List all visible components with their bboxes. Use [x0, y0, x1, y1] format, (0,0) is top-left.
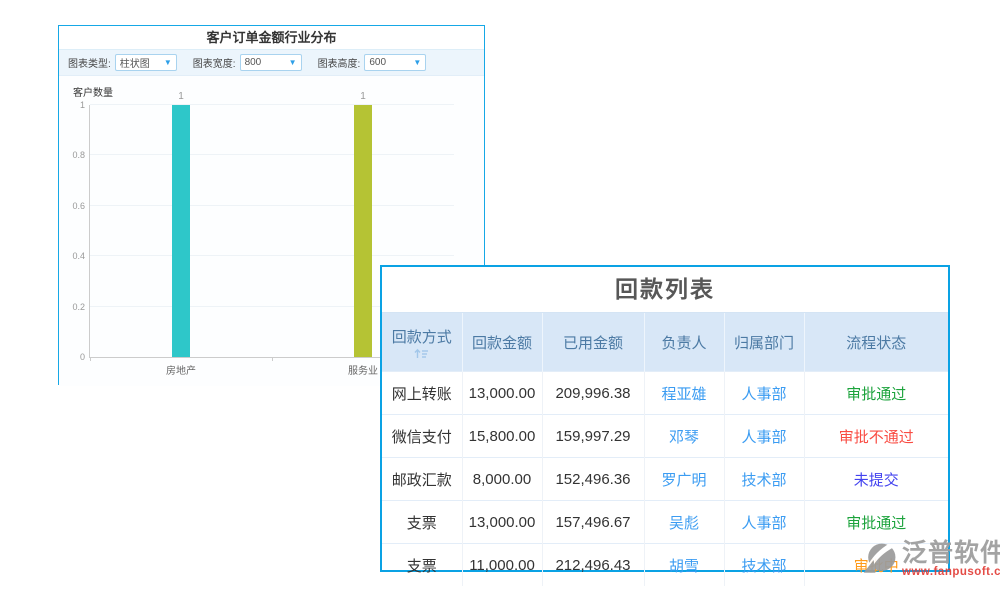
y-axis-tick-label: 0.2: [55, 301, 85, 313]
chart-height-value: 600: [369, 57, 386, 68]
cell-method: 支票: [382, 501, 462, 544]
cell-status[interactable]: 审批通过: [804, 501, 948, 544]
chevron-down-icon: ▼: [164, 59, 172, 67]
chart-width-select[interactable]: 800 ▼: [240, 54, 302, 71]
cell-used: 212,496.43: [542, 544, 644, 587]
x-axis-tick: [90, 357, 91, 361]
payment-list-panel: 回款列表 回款方式 回款金: [380, 265, 950, 572]
table-row: 微信支付15,800.00159,997.29邓琴人事部审批不通过: [382, 415, 948, 458]
cell-amount: 15,800.00: [462, 415, 542, 458]
cell-used: 209,996.38: [542, 372, 644, 415]
chart-height-select[interactable]: 600 ▼: [364, 54, 426, 71]
chart-width-control: 图表宽度: 800 ▼: [193, 54, 302, 71]
col-header-dept[interactable]: 归属部门: [724, 313, 804, 372]
bar-服务业: [354, 105, 372, 357]
cell-dept[interactable]: 人事部: [724, 415, 804, 458]
table-row: 邮政汇款8,000.00152,496.36罗广明技术部未提交: [382, 458, 948, 501]
cell-method: 微信支付: [382, 415, 462, 458]
cell-method: 网上转账: [382, 372, 462, 415]
watermark-url: www.fanpusoft.com: [902, 566, 1000, 578]
col-header-used[interactable]: 已用金额: [542, 313, 644, 372]
gridline: [90, 255, 454, 256]
chevron-down-icon: ▼: [413, 59, 421, 67]
chart-type-value: 柱状图: [120, 55, 150, 70]
cell-amount: 11,000.00: [462, 544, 542, 587]
cell-status[interactable]: 未提交: [804, 458, 948, 501]
gridline: [90, 104, 454, 105]
y-axis-tick-label: 0: [55, 351, 85, 363]
y-axis-tick-label: 0.8: [55, 149, 85, 161]
x-axis-category-label: 房地产: [141, 362, 221, 377]
cell-method: 邮政汇款: [382, 458, 462, 501]
y-axis-tick-label: 0.4: [55, 250, 85, 262]
cell-amount: 8,000.00: [462, 458, 542, 501]
cell-dept[interactable]: 技术部: [724, 544, 804, 587]
chart-type-select[interactable]: 柱状图 ▼: [115, 54, 177, 71]
table-row: 网上转账13,000.00209,996.38程亚雄人事部审批通过: [382, 372, 948, 415]
cell-amount: 13,000.00: [462, 501, 542, 544]
watermark: 泛普软件 www.fanpusoft.com: [860, 540, 1000, 580]
chart-controls-bar: 图表类型: 柱状图 ▼ 图表宽度: 800 ▼ 图表高度: 600 ▼: [59, 50, 484, 76]
cell-dept[interactable]: 人事部: [724, 501, 804, 544]
y-axis-tick-label: 0.6: [55, 200, 85, 212]
chart-width-value: 800: [245, 57, 262, 68]
cell-owner[interactable]: 吴彪: [644, 501, 724, 544]
cell-dept[interactable]: 人事部: [724, 372, 804, 415]
cell-status[interactable]: 审批不通过: [804, 415, 948, 458]
page: 客户订单金额行业分布 图表类型: 柱状图 ▼ 图表宽度: 800 ▼ 图表高度:: [0, 0, 1000, 600]
table-title: 回款列表: [382, 267, 948, 312]
chevron-down-icon: ▼: [289, 59, 297, 67]
chart-height-label: 图表高度:: [318, 55, 361, 70]
gridline: [90, 205, 454, 206]
cell-amount: 13,000.00: [462, 372, 542, 415]
fanpu-logo-icon: [860, 540, 900, 580]
cell-method: 支票: [382, 544, 462, 587]
col-header-owner[interactable]: 负责人: [644, 313, 724, 372]
cell-used: 159,997.29: [542, 415, 644, 458]
chart-width-label: 图表宽度:: [193, 55, 236, 70]
y-axis-tick-label: 1: [55, 99, 85, 111]
bar-房地产: [172, 105, 190, 357]
chart-height-control: 图表高度: 600 ▼: [318, 54, 427, 71]
col-header-status[interactable]: 流程状态: [804, 313, 948, 372]
cell-owner[interactable]: 罗广明: [644, 458, 724, 501]
chart-panel-title: 客户订单金额行业分布: [59, 26, 484, 50]
col-header-method[interactable]: 回款方式: [382, 313, 462, 372]
table-header-row: 回款方式 回款金额 已用金额 负责人 归属部门 流程状态: [382, 313, 948, 372]
cell-dept[interactable]: 技术部: [724, 458, 804, 501]
x-axis-tick: [272, 357, 273, 361]
gridline: [90, 154, 454, 155]
y-axis-title: 客户数量: [73, 84, 113, 99]
bar-value-label: 1: [161, 91, 201, 102]
bar-value-label: 1: [343, 91, 383, 102]
cell-used: 157,496.67: [542, 501, 644, 544]
cell-used: 152,496.36: [542, 458, 644, 501]
cell-owner[interactable]: 胡雪: [644, 544, 724, 587]
sort-ascending-icon[interactable]: [414, 348, 429, 359]
table-row: 支票13,000.00157,496.67吴彪人事部审批通过: [382, 501, 948, 544]
chart-type-label: 图表类型:: [68, 55, 111, 70]
cell-owner[interactable]: 邓琴: [644, 415, 724, 458]
cell-owner[interactable]: 程亚雄: [644, 372, 724, 415]
watermark-name: 泛普软件: [902, 540, 1000, 566]
cell-status[interactable]: 审批通过: [804, 372, 948, 415]
chart-type-control: 图表类型: 柱状图 ▼: [68, 54, 177, 71]
col-header-amount[interactable]: 回款金额: [462, 313, 542, 372]
